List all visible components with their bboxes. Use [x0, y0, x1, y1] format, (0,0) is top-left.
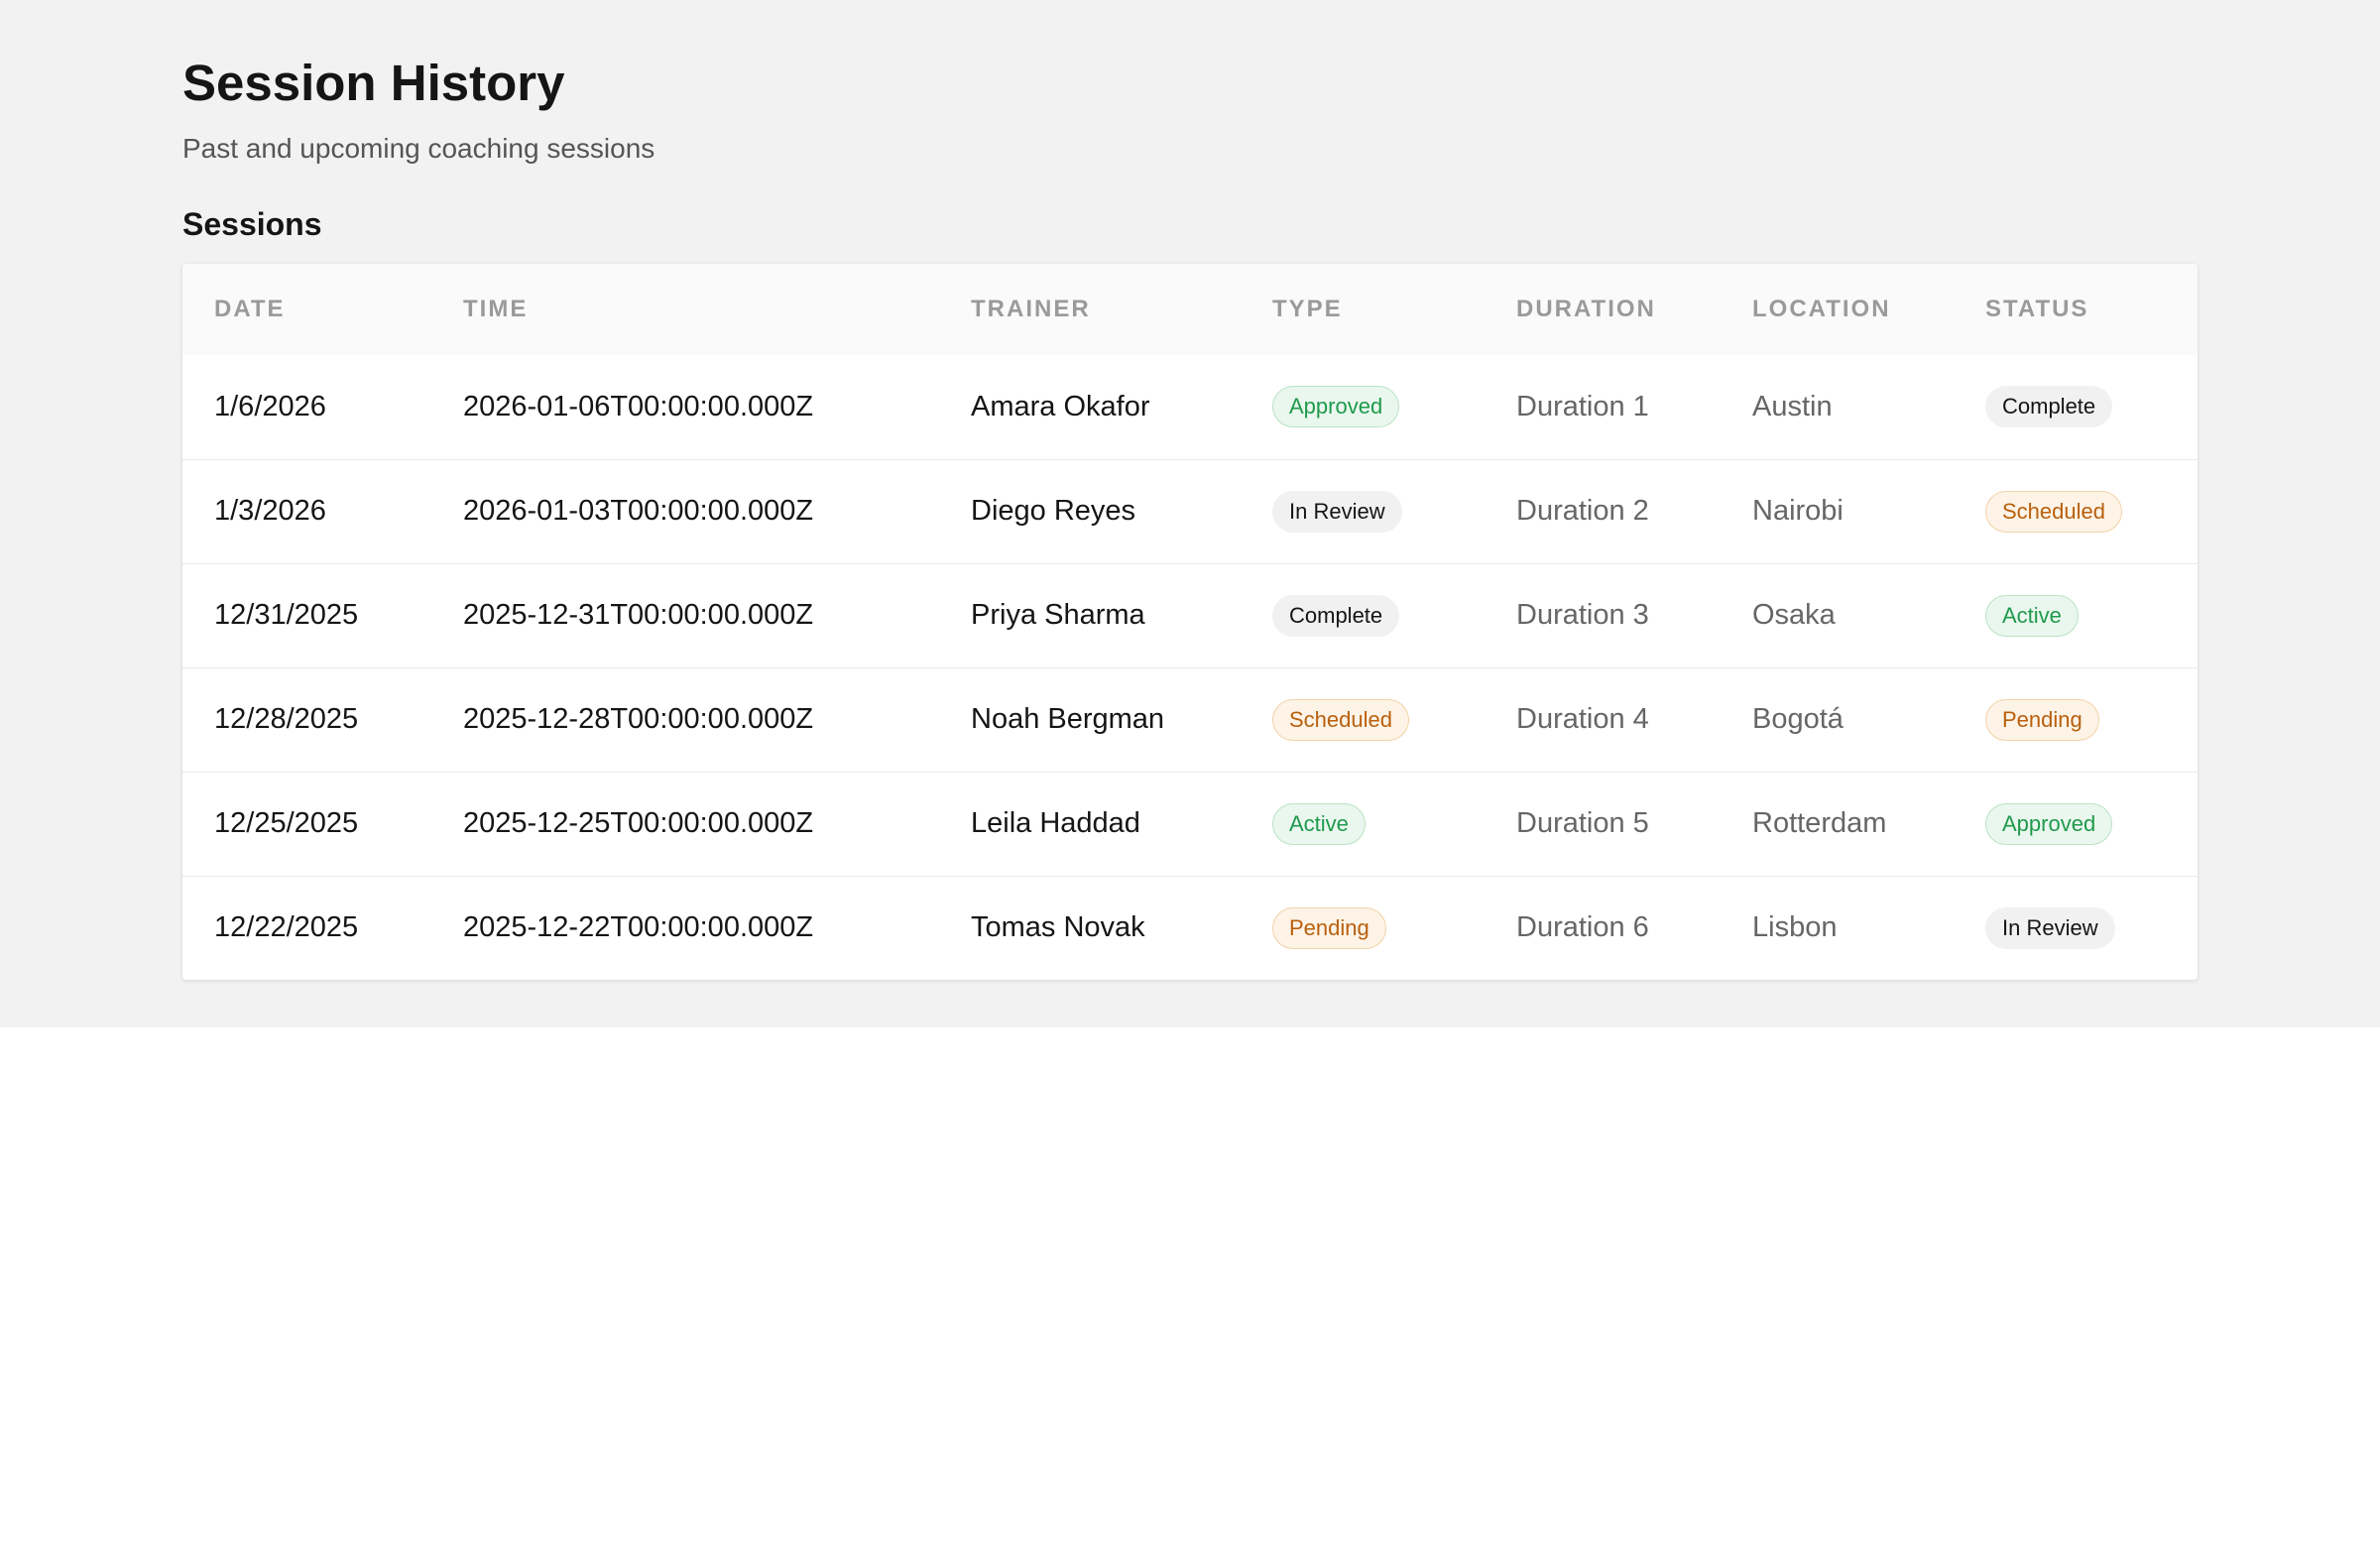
cell-trainer: Amara Okafor: [971, 390, 1150, 422]
table-row[interactable]: 1/6/2026 2026-01-06T00:00:00.000Z Amara …: [182, 355, 2198, 459]
cell-status: Scheduled: [1954, 459, 2198, 563]
status-badge: Complete: [1985, 386, 2113, 428]
status-badge: Active: [1985, 594, 2079, 637]
table-row[interactable]: 12/25/2025 2025-12-25T00:00:00.000Z Leil…: [182, 772, 2198, 876]
type-badge: Complete: [1272, 594, 1400, 637]
type-badge: Scheduled: [1272, 698, 1409, 741]
cell-status: In Review: [1954, 876, 2198, 980]
cell-location: Osaka: [1752, 599, 1836, 631]
cell-location: Austin: [1752, 390, 1833, 422]
column-header-status[interactable]: STATUS: [1954, 264, 2198, 355]
cell-time: 2025-12-25T00:00:00.000Z: [463, 807, 814, 839]
cell-type: Complete: [1241, 563, 1485, 667]
cell-location: Lisbon: [1752, 911, 1838, 944]
column-header-date[interactable]: DATE: [182, 264, 431, 355]
cell-status: Active: [1954, 563, 2198, 667]
cell-time: 2026-01-03T00:00:00.000Z: [463, 495, 814, 527]
cell-trainer: Priya Sharma: [971, 599, 1145, 631]
cell-time: 2025-12-22T00:00:00.000Z: [463, 911, 814, 944]
cell-date: 12/22/2025: [214, 911, 359, 944]
cell-duration: Duration 5: [1516, 807, 1649, 839]
cell-trainer: Noah Bergman: [971, 703, 1165, 735]
cell-type: Pending: [1241, 876, 1485, 980]
column-header-trainer[interactable]: TRAINER: [939, 264, 1241, 355]
table-row[interactable]: 12/28/2025 2025-12-28T00:00:00.000Z Noah…: [182, 667, 2198, 772]
cell-location: Nairobi: [1752, 495, 1844, 527]
cell-duration: Duration 3: [1516, 599, 1649, 631]
cell-type: Active: [1241, 772, 1485, 876]
sessions-table: DATE TIME TRAINER TYPE DURATION LOCATION…: [182, 264, 2198, 980]
cell-trainer: Tomas Novak: [971, 911, 1145, 944]
sessions-table-card: DATE TIME TRAINER TYPE DURATION LOCATION…: [182, 264, 2198, 980]
type-badge: Approved: [1272, 386, 1400, 428]
cell-trainer: Diego Reyes: [971, 495, 1136, 527]
column-header-time[interactable]: TIME: [431, 264, 939, 355]
cell-type: In Review: [1241, 459, 1485, 563]
status-badge: In Review: [1985, 906, 2115, 949]
cell-date: 12/31/2025: [214, 599, 359, 631]
table-row[interactable]: 1/3/2026 2026-01-03T00:00:00.000Z Diego …: [182, 459, 2198, 563]
cell-time: 2025-12-31T00:00:00.000Z: [463, 599, 814, 631]
type-badge: Active: [1272, 802, 1366, 845]
cell-status: Approved: [1954, 772, 2198, 876]
cell-type: Scheduled: [1241, 667, 1485, 772]
cell-date: 12/28/2025: [214, 703, 359, 735]
cell-duration: Duration 1: [1516, 390, 1649, 422]
cell-status: Complete: [1954, 355, 2198, 459]
status-badge: Pending: [1985, 698, 2099, 741]
section-title: Sessions: [182, 206, 322, 242]
column-header-type[interactable]: TYPE: [1241, 264, 1485, 355]
table-header-row: DATE TIME TRAINER TYPE DURATION LOCATION…: [182, 264, 2198, 355]
cell-duration: Duration 6: [1516, 911, 1649, 944]
cell-time: 2026-01-06T00:00:00.000Z: [463, 390, 814, 422]
page-background: Session History Past and upcoming coachi…: [0, 0, 2380, 1027]
table-row[interactable]: 12/22/2025 2025-12-22T00:00:00.000Z Toma…: [182, 876, 2198, 980]
cell-time: 2025-12-28T00:00:00.000Z: [463, 703, 814, 735]
table-row[interactable]: 12/31/2025 2025-12-31T00:00:00.000Z Priy…: [182, 563, 2198, 667]
cell-duration: Duration 2: [1516, 495, 1649, 527]
column-header-location[interactable]: LOCATION: [1721, 264, 1954, 355]
cell-location: Bogotá: [1752, 703, 1844, 735]
cell-trainer: Leila Haddad: [971, 807, 1140, 839]
cell-date: 1/6/2026: [214, 390, 326, 422]
page-subtitle: Past and upcoming coaching sessions: [182, 133, 655, 164]
status-badge: Approved: [1985, 802, 2113, 845]
type-badge: In Review: [1272, 490, 1402, 533]
page-title: Session History: [182, 55, 565, 111]
cell-date: 12/25/2025: [214, 807, 359, 839]
cell-location: Rotterdam: [1752, 807, 1887, 839]
cell-duration: Duration 4: [1516, 703, 1649, 735]
cell-type: Approved: [1241, 355, 1485, 459]
cell-date: 1/3/2026: [214, 495, 326, 527]
status-badge: Scheduled: [1985, 490, 2122, 533]
type-badge: Pending: [1272, 906, 1386, 949]
column-header-duration[interactable]: DURATION: [1485, 264, 1721, 355]
cell-status: Pending: [1954, 667, 2198, 772]
